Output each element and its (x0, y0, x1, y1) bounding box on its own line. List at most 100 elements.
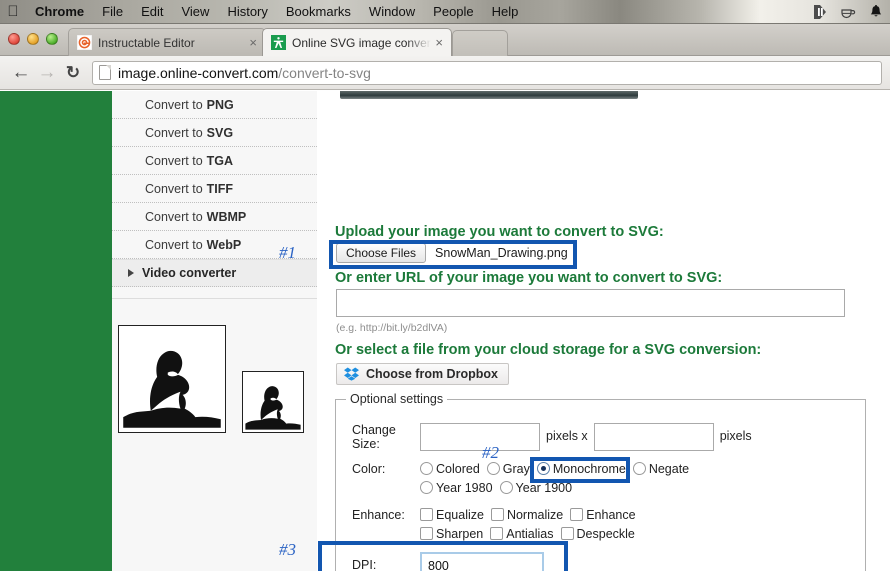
menu-view[interactable]: View (172, 0, 218, 24)
sidebar-group-video-converter[interactable]: Video converter (112, 259, 317, 287)
coffee-cup-icon[interactable] (840, 4, 856, 20)
sidebar-link-prefix: Convert to (145, 181, 203, 196)
annotation-label-2: #2 (482, 443, 499, 462)
cloud-storage-heading: Or select a file from your cloud storage… (335, 342, 762, 358)
file-upload-row: Choose Files SnowMan_Drawing.png (336, 243, 568, 263)
browser-tabstrip: Instructable Editor × Online SVG image c… (0, 24, 890, 56)
forward-icon[interactable]: → (34, 63, 60, 82)
sidebar-group-label: Video converter (142, 266, 237, 280)
thumbnail-silhouette-large[interactable] (118, 325, 226, 433)
sharpen-checkbox[interactable] (420, 527, 433, 540)
radio-option-negate[interactable]: Negate (632, 462, 690, 476)
year-1980-radio[interactable] (420, 481, 433, 494)
reload-icon[interactable]: ↻ (60, 64, 86, 81)
year-1900-radio[interactable] (499, 481, 513, 494)
checkbox-option-antialias[interactable]: Antialias (490, 527, 554, 541)
monochrome-label: Monochrome (552, 462, 626, 476)
antialias-checkbox[interactable] (490, 527, 504, 540)
size-width-input[interactable] (420, 423, 540, 451)
normalize-checkbox[interactable] (490, 508, 504, 521)
color-row: Color: Colored Gray Monochrome Negate Year 1… (352, 462, 696, 495)
pause-icon[interactable] (812, 4, 828, 20)
close-tab-icon[interactable]: × (249, 36, 257, 49)
choose-from-dropbox-button[interactable]: Choose from Dropbox (336, 363, 509, 385)
despeckle-checkbox[interactable] (560, 527, 574, 540)
radio-option-year-1980[interactable]: Year 1980 (420, 481, 493, 495)
checkbox-option-enhance[interactable]: Enhance (570, 508, 636, 522)
colored-radio[interactable] (420, 462, 433, 475)
sidebar-thumbnails (118, 313, 317, 433)
pixels-x-label: pixels x (546, 429, 588, 444)
gray-radio[interactable] (486, 462, 500, 475)
sidebar-link-format: TIFF (206, 181, 234, 196)
new-tab-button[interactable] (452, 30, 508, 56)
annotation-label-3: #3 (279, 540, 296, 559)
sidebar-item-tiff[interactable]: Convert to TIFF (112, 175, 317, 203)
equalize-checkbox[interactable] (420, 508, 433, 521)
window-controls (8, 33, 58, 45)
menu-bookmarks[interactable]: Bookmarks (277, 0, 360, 24)
radio-option-monochrome[interactable]: Monochrome (536, 462, 626, 476)
pixels-label: pixels (719, 429, 752, 444)
sidebar-link-format: TGA (206, 153, 234, 168)
sidebar-item-tga[interactable]: Convert to TGA (112, 147, 317, 175)
colored-label: Colored (436, 462, 480, 476)
menu-file[interactable]: File (93, 0, 132, 24)
radio-option-gray[interactable]: Gray (486, 462, 530, 476)
dpi-input[interactable]: 800 (420, 552, 544, 571)
minimize-window-button[interactable] (27, 33, 39, 45)
os-menubar:  Chrome File Edit View History Bookmark… (0, 0, 890, 24)
thumbnail-silhouette-small[interactable] (242, 371, 304, 433)
enhance-checkbox[interactable] (570, 508, 584, 521)
change-size-row: Change Size: pixels x pixels (352, 423, 758, 451)
browser-tab-instructable-editor[interactable]: Instructable Editor × (68, 28, 266, 56)
menu-people[interactable]: People (424, 0, 482, 24)
choose-files-button[interactable]: Choose Files (336, 243, 427, 263)
year-1980-label: Year 1980 (436, 481, 493, 495)
negate-label: Negate (648, 462, 690, 476)
menu-window[interactable]: Window (360, 0, 424, 24)
checkbox-option-normalize[interactable]: Normalize (490, 508, 563, 522)
gray-label: Gray (502, 462, 530, 476)
tab-title: Instructable Editor (98, 35, 195, 50)
enhance-option-label: Enhance (586, 508, 636, 522)
dpi-row: DPI: 800 (352, 552, 544, 571)
sidebar-link-prefix: Convert to (145, 237, 203, 252)
monochrome-radio[interactable] (536, 462, 550, 475)
menubar-status-icons (812, 0, 884, 24)
zoom-window-button[interactable] (46, 33, 58, 45)
dpi-label: DPI: (352, 558, 377, 571)
close-window-button[interactable] (8, 33, 20, 45)
checkbox-option-despeckle[interactable]: Despeckle (560, 527, 635, 541)
bell-icon[interactable] (868, 4, 884, 20)
menu-chrome[interactable]: Chrome (26, 0, 93, 24)
sidebar-link-format: WebP (206, 237, 242, 252)
sidebar-link-prefix: Convert to (145, 97, 203, 112)
optional-settings-legend: Optional settings (346, 392, 448, 406)
back-icon[interactable]: ← (8, 63, 34, 82)
sidebar-item-wbmp[interactable]: Convert to WBMP (112, 203, 317, 231)
address-bar[interactable]: image.online-convert.com/convert-to-svg (92, 60, 882, 85)
tab-title: Online SVG image converter (292, 35, 432, 50)
page-viewport: Convert to PNG Convert to SVG Convert to TG… (0, 91, 890, 571)
checkbox-option-sharpen[interactable]: Sharpen (420, 527, 483, 541)
url-host: image.online-convert.com (118, 64, 279, 81)
seated-person-silhouette-icon (119, 326, 225, 432)
close-tab-icon[interactable]: × (435, 36, 443, 49)
instructables-icon (77, 35, 92, 50)
menu-edit[interactable]: Edit (132, 0, 172, 24)
browser-tab-online-svg-converter[interactable]: Online SVG image converter × (262, 28, 452, 56)
negate-radio[interactable] (632, 462, 646, 475)
change-size-label-line1: Change (352, 423, 396, 437)
image-url-input[interactable] (336, 289, 845, 317)
size-height-input[interactable] (593, 423, 714, 451)
checkbox-option-equalize[interactable]: Equalize (420, 508, 484, 522)
menu-help[interactable]: Help (483, 0, 528, 24)
chosen-filename: SnowMan_Drawing.png (435, 246, 568, 260)
apple-logo-icon[interactable]:  (0, 4, 26, 19)
menu-history[interactable]: History (218, 0, 276, 24)
radio-option-colored[interactable]: Colored (420, 462, 480, 476)
radio-option-year-1900[interactable]: Year 1900 (499, 481, 572, 495)
sidebar-item-png[interactable]: Convert to PNG (112, 91, 317, 119)
sidebar-item-svg[interactable]: Convert to SVG (112, 119, 317, 147)
